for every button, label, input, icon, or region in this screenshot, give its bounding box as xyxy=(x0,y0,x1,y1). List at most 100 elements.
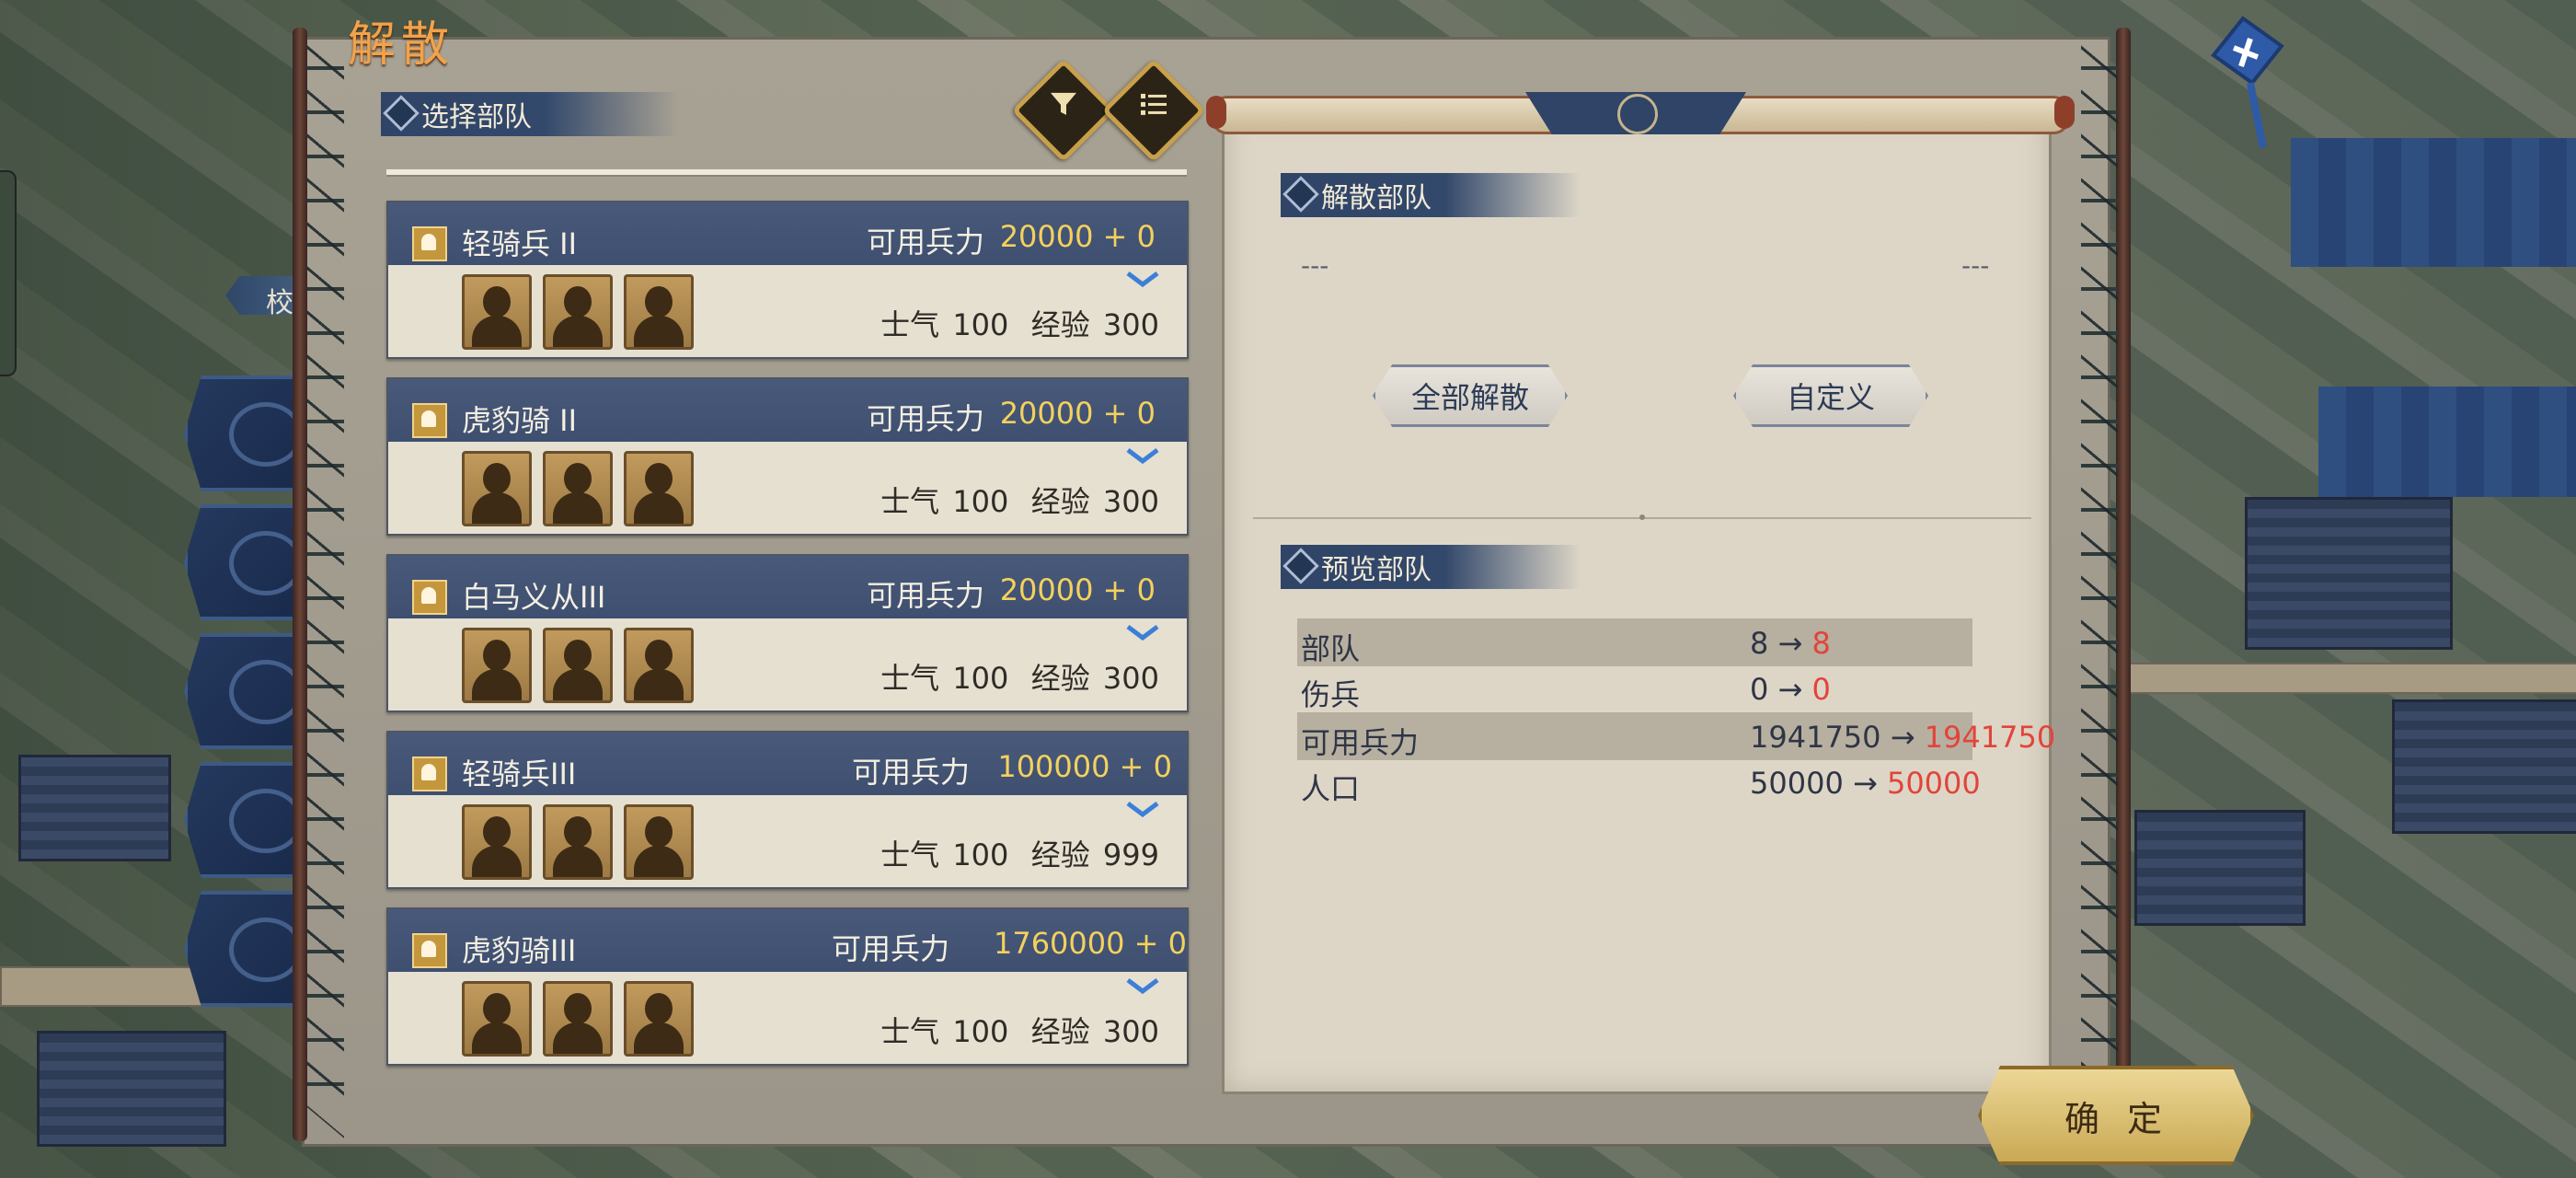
preview-key: 伤兵 xyxy=(1301,677,1361,712)
panel-left-rod xyxy=(293,28,307,1141)
cavalry-icon xyxy=(412,933,447,968)
panel-left-binding xyxy=(307,46,344,1123)
preview-value: 8 → 8 xyxy=(1750,626,1831,661)
disband-left-placeholder: --- xyxy=(1301,250,1329,281)
officer-portrait-slot[interactable] xyxy=(543,451,613,526)
disband-all-button[interactable]: 全部解散 xyxy=(1373,364,1568,427)
experience-value: 300 xyxy=(1102,307,1159,342)
officer-portrait-slot[interactable] xyxy=(462,804,532,880)
experience-value: 300 xyxy=(1102,1014,1159,1049)
officer-portrait-slot[interactable] xyxy=(543,628,613,703)
unit-stats: 士气 100 经验 300 xyxy=(877,655,1159,698)
officer-portrait-slot[interactable] xyxy=(462,628,532,703)
officer-portrait-slot[interactable] xyxy=(462,274,532,350)
preview-units-label: 预览部队 xyxy=(1281,545,1581,589)
officer-portrait-slot[interactable] xyxy=(624,628,694,703)
available-troops-label: 可用兵力 xyxy=(866,401,984,436)
officer-portrait-slot[interactable] xyxy=(543,274,613,350)
panel-right-rod xyxy=(2116,28,2131,1141)
experience-label: 经验 xyxy=(1030,661,1090,696)
officer-portrait-slot[interactable] xyxy=(462,981,532,1057)
preview-row: 伤兵 0 → 0 xyxy=(1297,664,1972,712)
experience-label: 经验 xyxy=(1030,484,1090,519)
unit-name: 白马义从III xyxy=(462,580,606,615)
list-top-divider xyxy=(386,169,1187,177)
unit-name: 虎豹骑 II xyxy=(462,403,578,438)
morale-value: 100 xyxy=(952,307,1009,342)
morale-value: 100 xyxy=(952,1014,1009,1049)
morale-value: 100 xyxy=(952,837,1009,872)
officer-portrait-slot[interactable] xyxy=(543,804,613,880)
preview-key: 可用兵力 xyxy=(1301,725,1420,760)
side-tab-label: 校 xyxy=(266,287,293,319)
unit-card[interactable]: 轻骑兵III 可用兵力 100000 + 0 士气 100 经验 999 xyxy=(386,731,1189,889)
available-troops-value: 20000 + 0 xyxy=(999,396,1156,431)
experience-label: 经验 xyxy=(1030,1014,1090,1049)
morale-label: 士气 xyxy=(880,307,940,342)
available-troops-value: 20000 + 0 xyxy=(999,572,1156,607)
officer-portrait-slot[interactable] xyxy=(543,981,613,1057)
chevron-down-icon[interactable] xyxy=(1124,271,1161,287)
preview-row: 人口 50000 → 50000 xyxy=(1297,758,1981,806)
unit-card[interactable]: 白马义从III 可用兵力 20000 + 0 士气 100 经验 300 xyxy=(386,554,1189,712)
preview-row: 部队 8 → 8 xyxy=(1297,618,1972,666)
unit-card[interactable]: 虎豹骑 II 可用兵力 20000 + 0 士气 100 经验 300 xyxy=(386,377,1189,536)
chevron-down-icon[interactable] xyxy=(1124,624,1161,641)
disband-right-placeholder: --- xyxy=(1961,250,1990,281)
select-unit-label: 选择部队 xyxy=(381,92,679,136)
list-icon xyxy=(1141,93,1167,115)
officer-portrait-slot[interactable] xyxy=(624,451,694,526)
funnel-icon xyxy=(1051,92,1076,115)
cavalry-icon xyxy=(412,756,447,791)
officer-portrait-slot[interactable] xyxy=(624,274,694,350)
preview-key: 人口 xyxy=(1301,771,1361,806)
morale-label: 士气 xyxy=(880,661,940,696)
available-troops-label: 可用兵力 xyxy=(851,755,970,790)
cavalry-icon xyxy=(412,403,447,438)
unit-card[interactable]: 虎豹骑III 可用兵力 1760000 + 0 士气 100 经验 300 xyxy=(386,907,1189,1066)
section-divider xyxy=(1253,514,2031,520)
morale-label: 士气 xyxy=(880,1014,940,1049)
diamond-icon xyxy=(1282,176,1319,213)
unit-card[interactable]: 轻骑兵 II 可用兵力 20000 + 0 士气 100 经验 300 xyxy=(386,201,1189,359)
custom-button[interactable]: 自定义 xyxy=(1733,364,1928,427)
page-title: 解散 xyxy=(348,17,455,73)
available-troops-label: 可用兵力 xyxy=(866,578,984,613)
preview-key: 部队 xyxy=(1301,631,1361,666)
cavalry-icon xyxy=(412,580,447,615)
experience-label: 经验 xyxy=(1030,837,1090,872)
officer-portrait-slot[interactable] xyxy=(624,981,694,1057)
unit-stats: 士气 100 经验 999 xyxy=(877,832,1159,874)
unit-stats: 士气 100 经验 300 xyxy=(877,1009,1159,1051)
morale-label: 士气 xyxy=(880,484,940,519)
experience-value: 999 xyxy=(1102,837,1159,872)
officer-portrait-slot[interactable] xyxy=(462,451,532,526)
chevron-down-icon[interactable] xyxy=(1124,801,1161,817)
experience-label: 经验 xyxy=(1030,307,1090,342)
unit-stats: 士气 100 经验 300 xyxy=(877,479,1159,521)
unit-stats: 士气 100 经验 300 xyxy=(877,302,1159,344)
kite-close-icon[interactable] xyxy=(2197,11,2298,149)
available-troops-value: 1760000 + 0 xyxy=(993,926,1187,961)
preview-value: 0 → 0 xyxy=(1750,672,1831,707)
scroll-emblem xyxy=(1525,92,1746,134)
experience-value: 300 xyxy=(1102,484,1159,519)
diamond-icon xyxy=(383,95,420,132)
available-troops-label: 可用兵力 xyxy=(831,931,949,966)
morale-value: 100 xyxy=(952,484,1009,519)
unit-name: 轻骑兵III xyxy=(462,756,577,791)
chevron-down-icon[interactable] xyxy=(1124,977,1161,994)
cavalry-icon xyxy=(412,226,447,261)
left-drawer-handle[interactable] xyxy=(0,170,17,376)
available-troops-value: 100000 + 0 xyxy=(997,749,1172,784)
preview-value: 1941750 → 1941750 xyxy=(1750,720,2056,755)
confirm-button[interactable]: 确定 xyxy=(1978,1066,2254,1165)
diamond-icon xyxy=(1282,548,1319,584)
available-troops-value: 20000 + 0 xyxy=(999,219,1156,254)
unit-name: 虎豹骑III xyxy=(462,933,577,968)
preview-row: 可用兵力 1941750 → 1941750 xyxy=(1297,712,2055,760)
chevron-down-icon[interactable] xyxy=(1124,447,1161,464)
experience-value: 300 xyxy=(1102,661,1159,696)
officer-portrait-slot[interactable] xyxy=(624,804,694,880)
panel-right-binding xyxy=(2081,46,2118,1123)
